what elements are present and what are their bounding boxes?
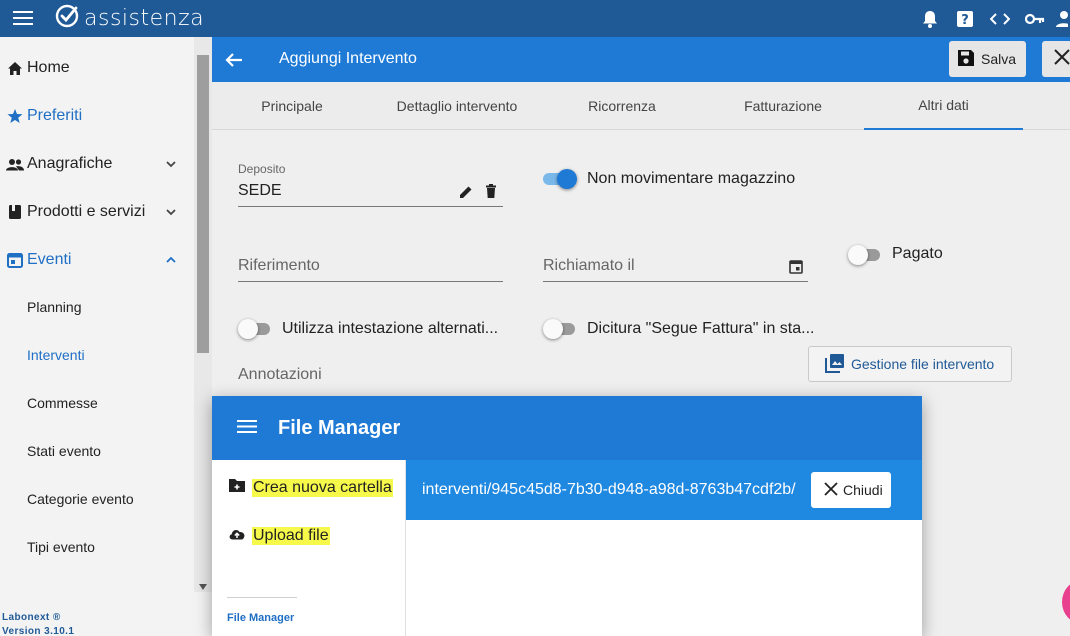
sidebar-item-label: Anagrafiche bbox=[27, 155, 113, 172]
home-icon bbox=[4, 57, 26, 79]
tab-altri-dati[interactable]: Altri dati bbox=[864, 82, 1023, 130]
sidebar-item-preferiti[interactable]: Preferiti bbox=[0, 92, 194, 140]
star-icon bbox=[4, 105, 26, 127]
sidebar-item-prodotti[interactable]: Prodotti e servizi bbox=[0, 188, 194, 236]
file-manager-header: File Manager bbox=[212, 396, 922, 460]
form-header: Aggiungi Intervento Salva bbox=[212, 37, 1070, 82]
help-icon[interactable]: ? bbox=[947, 6, 982, 32]
tab-fatturazione[interactable]: Fatturazione bbox=[702, 82, 864, 130]
scrollbar-thumb[interactable] bbox=[197, 55, 209, 353]
sidebar-item-eventi[interactable]: Eventi bbox=[0, 236, 194, 284]
upload-file-label: Upload file bbox=[252, 527, 330, 545]
sidebar-item-label: Prodotti e servizi bbox=[27, 203, 146, 220]
code-icon[interactable] bbox=[982, 6, 1017, 32]
logo-text: assistenza bbox=[84, 5, 205, 31]
sidebar-scrollbar[interactable] bbox=[194, 37, 212, 592]
deposito-field[interactable]: SEDE bbox=[238, 182, 282, 200]
sidebar-item-label: Eventi bbox=[27, 251, 72, 268]
app-logo[interactable]: assistenza bbox=[54, 3, 204, 33]
file-manager-dialog: File Manager Crea nuova cartella Upload … bbox=[212, 396, 922, 636]
deposito-underline bbox=[238, 206, 503, 207]
non-movimentare-switch[interactable] bbox=[541, 168, 577, 189]
edit-pencil-icon[interactable] bbox=[459, 185, 473, 204]
tab-ricorrenza[interactable]: Ricorrenza bbox=[542, 82, 702, 130]
svg-text:?: ? bbox=[961, 13, 969, 28]
tab-bar: Principale Dettaglio intervento Ricorren… bbox=[212, 82, 1070, 130]
hamburger-menu-icon[interactable] bbox=[10, 5, 36, 31]
intestazione-alternativa-switch[interactable] bbox=[238, 318, 274, 339]
sidebar-subitem-categorie-evento[interactable]: Categorie evento bbox=[27, 491, 134, 511]
image-gallery-icon bbox=[825, 353, 845, 376]
sidebar-subitem-interventi[interactable]: Interventi bbox=[27, 347, 85, 367]
chevron-up-icon bbox=[164, 253, 178, 267]
calendar-picker-icon[interactable] bbox=[789, 259, 803, 279]
gestione-file-button[interactable]: Gestione file intervento bbox=[808, 346, 1012, 382]
app-bar: assistenza ? bbox=[0, 0, 1070, 37]
sidebar-subitem-planning[interactable]: Planning bbox=[27, 299, 82, 319]
sidebar-item-label: Preferiti bbox=[27, 107, 83, 124]
dicitura-segue-fattura-label: Dicitura "Segue Fattura" in sta... bbox=[587, 320, 815, 337]
chevron-down-icon bbox=[164, 157, 178, 171]
chevron-down-icon bbox=[164, 205, 178, 219]
new-folder-icon bbox=[228, 478, 246, 498]
check-badge-icon bbox=[54, 3, 80, 34]
scroll-down-arrow-icon[interactable] bbox=[198, 578, 208, 590]
user-icon[interactable] bbox=[1052, 6, 1070, 32]
save-button-label: Salva bbox=[981, 51, 1017, 67]
back-arrow-icon[interactable] bbox=[222, 48, 246, 72]
floppy-disk-icon bbox=[957, 49, 975, 70]
footer-version: Version 3.10.1 bbox=[2, 626, 75, 636]
annotazioni-field[interactable]: Annotazioni bbox=[238, 366, 322, 384]
file-manager-path-bar: interventi/945c45d8-7b30-d948-a98d-8763b… bbox=[406, 460, 922, 520]
file-manager-footer-label: File Manager bbox=[227, 612, 295, 624]
chiudi-button[interactable]: Chiudi bbox=[811, 472, 891, 508]
upload-file-button[interactable]: Upload file bbox=[228, 524, 330, 548]
pagato-switch[interactable] bbox=[848, 244, 884, 265]
file-manager-title: File Manager bbox=[278, 417, 401, 439]
gestione-file-label: Gestione file intervento bbox=[851, 356, 995, 372]
pagato-label: Pagato bbox=[892, 245, 943, 262]
sidebar: Home Preferiti Anagrafiche Prodotti e se… bbox=[0, 37, 212, 636]
bell-icon[interactable] bbox=[912, 6, 947, 32]
non-movimentare-label: Non movimentare magazzino bbox=[587, 170, 796, 187]
riferimento-field[interactable]: Riferimento bbox=[238, 257, 320, 275]
calendar-icon bbox=[4, 249, 26, 271]
people-icon bbox=[4, 153, 26, 175]
key-icon[interactable] bbox=[1017, 6, 1052, 32]
deposito-label: Deposito bbox=[238, 162, 286, 176]
delete-trash-icon[interactable] bbox=[485, 184, 497, 203]
dicitura-segue-fattura-switch[interactable] bbox=[543, 318, 579, 339]
sidebar-divider bbox=[227, 597, 297, 598]
close-form-button[interactable] bbox=[1042, 41, 1070, 77]
intestazione-alternativa-label: Utilizza intestazione alternati... bbox=[282, 320, 499, 337]
tab-dettaglio-intervento[interactable]: Dettaglio intervento bbox=[372, 82, 542, 130]
sidebar-subitem-stati-evento[interactable]: Stati evento bbox=[27, 443, 101, 463]
save-button[interactable]: Salva bbox=[949, 41, 1026, 77]
cloud-upload-icon bbox=[228, 527, 246, 545]
close-icon bbox=[823, 481, 839, 500]
book-icon bbox=[4, 201, 26, 223]
hamburger-menu-icon[interactable] bbox=[236, 416, 260, 440]
create-folder-label: Crea nuova cartella bbox=[252, 479, 393, 497]
current-path: interventi/945c45d8-7b30-d948-a98d-8763b… bbox=[422, 481, 796, 498]
file-manager-sidebar: Crea nuova cartella Upload file File Man… bbox=[212, 460, 406, 636]
sidebar-item-home[interactable]: Home bbox=[0, 44, 194, 92]
richiamato-il-underline bbox=[543, 281, 808, 282]
close-icon bbox=[1053, 48, 1070, 71]
sidebar-item-label: Home bbox=[27, 59, 70, 76]
sidebar-subitem-tipi-evento[interactable]: Tipi evento bbox=[27, 539, 95, 559]
appbar-actions: ? bbox=[912, 0, 1070, 37]
sidebar-item-anagrafiche[interactable]: Anagrafiche bbox=[0, 140, 194, 188]
riferimento-underline bbox=[238, 281, 503, 282]
sidebar-subitem-commesse[interactable]: Commesse bbox=[27, 395, 98, 415]
form-title: Aggiungi Intervento bbox=[279, 50, 417, 67]
create-folder-button[interactable]: Crea nuova cartella bbox=[228, 476, 393, 500]
richiamato-il-field[interactable]: Richiamato il bbox=[543, 257, 635, 275]
tab-principale[interactable]: Principale bbox=[212, 82, 372, 130]
chiudi-label: Chiudi bbox=[843, 482, 883, 498]
footer-brand: Labonext ® bbox=[2, 612, 61, 623]
